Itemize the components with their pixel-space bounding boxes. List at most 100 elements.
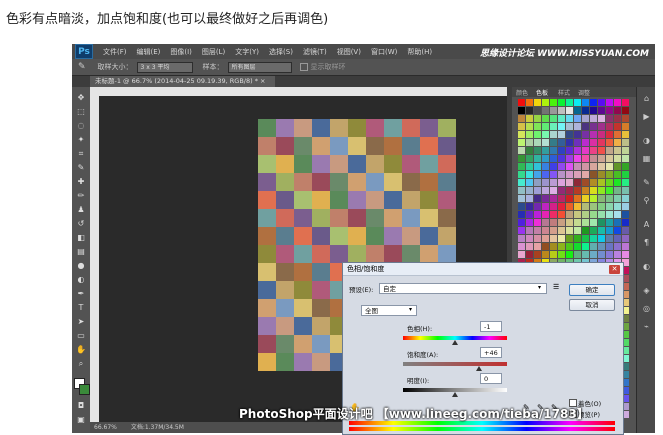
swatch[interactable] bbox=[534, 115, 541, 122]
swatch[interactable] bbox=[526, 147, 533, 154]
swatch[interactable] bbox=[558, 163, 565, 170]
swatch[interactable] bbox=[558, 115, 565, 122]
swatch[interactable] bbox=[534, 211, 541, 218]
swatch[interactable] bbox=[606, 187, 613, 194]
swatch[interactable] bbox=[534, 131, 541, 138]
history-brush-icon[interactable]: ↺ bbox=[76, 219, 86, 229]
swatch[interactable] bbox=[558, 107, 565, 114]
saturation-slider-thumb[interactable] bbox=[475, 366, 482, 371]
tab-swatches[interactable]: 色板 bbox=[536, 88, 548, 97]
lasso-tool-icon[interactable]: ◌ bbox=[76, 121, 86, 131]
swatch[interactable] bbox=[606, 147, 613, 154]
swatch[interactable] bbox=[590, 139, 597, 146]
swatch[interactable] bbox=[526, 123, 533, 130]
swatch[interactable] bbox=[518, 99, 525, 106]
menu-edit[interactable]: 编辑(E) bbox=[137, 47, 161, 57]
swatch[interactable] bbox=[534, 99, 541, 106]
swatch[interactable] bbox=[542, 243, 549, 250]
zoom-level[interactable]: 66.67% bbox=[94, 424, 117, 431]
swatch[interactable] bbox=[542, 155, 549, 162]
swatch[interactable] bbox=[534, 187, 541, 194]
ok-button[interactable]: 确定 bbox=[569, 284, 615, 296]
swatch[interactable] bbox=[526, 131, 533, 138]
swatch[interactable] bbox=[574, 203, 581, 210]
swatch[interactable] bbox=[582, 171, 589, 178]
swatch[interactable] bbox=[566, 203, 573, 210]
quick-mask-icon[interactable]: ◘ bbox=[76, 401, 86, 411]
swatch[interactable] bbox=[550, 115, 557, 122]
swatch[interactable] bbox=[598, 179, 605, 186]
swatch[interactable] bbox=[606, 195, 613, 202]
swatch[interactable] bbox=[606, 235, 613, 242]
swatch[interactable] bbox=[534, 123, 541, 130]
swatch[interactable] bbox=[534, 155, 541, 162]
swatch[interactable] bbox=[550, 187, 557, 194]
dodge-tool-icon[interactable]: ◐ bbox=[76, 275, 86, 285]
swatch[interactable] bbox=[622, 147, 629, 154]
swatch[interactable] bbox=[558, 211, 565, 218]
tab-styles[interactable]: 样式 bbox=[558, 88, 570, 97]
swatch[interactable] bbox=[574, 179, 581, 186]
swatch[interactable] bbox=[598, 123, 605, 130]
swatch[interactable] bbox=[534, 243, 541, 250]
swatch[interactable] bbox=[614, 219, 621, 226]
swatch[interactable] bbox=[582, 203, 589, 210]
swatch[interactable] bbox=[526, 211, 533, 218]
swatch[interactable] bbox=[606, 123, 613, 130]
swatch[interactable] bbox=[582, 139, 589, 146]
swatch[interactable] bbox=[590, 99, 597, 106]
menu-window[interactable]: 窗口(W) bbox=[371, 47, 397, 57]
swatch[interactable] bbox=[622, 115, 629, 122]
swatch[interactable] bbox=[590, 235, 597, 242]
sample-size-select[interactable]: 3 x 3 平均 bbox=[136, 61, 193, 73]
hue-slider-thumb[interactable] bbox=[451, 340, 458, 345]
swatch[interactable] bbox=[606, 227, 613, 234]
swatch[interactable] bbox=[518, 187, 525, 194]
eyedropper-tool-icon[interactable]: ✎ bbox=[76, 163, 86, 173]
swatch[interactable] bbox=[566, 123, 573, 130]
swatch[interactable] bbox=[566, 99, 573, 106]
swatch[interactable] bbox=[590, 211, 597, 218]
actions-icon[interactable]: ▶ bbox=[641, 111, 652, 122]
swatch[interactable] bbox=[542, 99, 549, 106]
background-color-swatch[interactable] bbox=[79, 384, 90, 395]
swatch[interactable] bbox=[574, 171, 581, 178]
crop-tool-icon[interactable]: ⌗ bbox=[76, 149, 86, 159]
menu-view[interactable]: 视图(V) bbox=[337, 47, 361, 57]
swatch[interactable] bbox=[550, 139, 557, 146]
swatch[interactable] bbox=[518, 251, 525, 258]
swatch[interactable] bbox=[590, 123, 597, 130]
swatch[interactable] bbox=[558, 155, 565, 162]
document-tab[interactable]: 未标题-1 @ 66.7% (2014-04-25 09.19.39, RGB/… bbox=[90, 76, 275, 87]
swatch[interactable] bbox=[550, 123, 557, 130]
swatch[interactable] bbox=[518, 147, 525, 154]
swatch[interactable] bbox=[622, 179, 629, 186]
swatch[interactable] bbox=[598, 107, 605, 114]
stamp-tool-icon[interactable]: ♟ bbox=[76, 205, 86, 215]
menu-type[interactable]: 文字(Y) bbox=[235, 47, 259, 57]
swatch[interactable] bbox=[534, 147, 541, 154]
swatch[interactable] bbox=[534, 171, 541, 178]
swatch[interactable] bbox=[550, 131, 557, 138]
swatch[interactable] bbox=[550, 211, 557, 218]
swatch[interactable] bbox=[518, 219, 525, 226]
preset-select[interactable]: 自定 bbox=[379, 283, 547, 294]
shape-tool-icon[interactable]: ▭ bbox=[76, 331, 86, 341]
swatch[interactable] bbox=[526, 203, 533, 210]
swatch[interactable] bbox=[574, 99, 581, 106]
swatch[interactable] bbox=[550, 227, 557, 234]
swatch[interactable] bbox=[566, 147, 573, 154]
swatches-icon[interactable]: ▦ bbox=[641, 153, 652, 164]
swatch[interactable] bbox=[542, 147, 549, 154]
swatch[interactable] bbox=[598, 195, 605, 202]
gradient-tool-icon[interactable]: ▤ bbox=[76, 247, 86, 257]
swatch[interactable] bbox=[526, 139, 533, 146]
swatch[interactable] bbox=[542, 227, 549, 234]
swatch[interactable] bbox=[622, 211, 629, 218]
swatch[interactable] bbox=[550, 195, 557, 202]
swatch[interactable] bbox=[526, 195, 533, 202]
swatch[interactable] bbox=[590, 227, 597, 234]
swatch[interactable] bbox=[534, 139, 541, 146]
swatch[interactable] bbox=[550, 107, 557, 114]
swatch[interactable] bbox=[614, 171, 621, 178]
